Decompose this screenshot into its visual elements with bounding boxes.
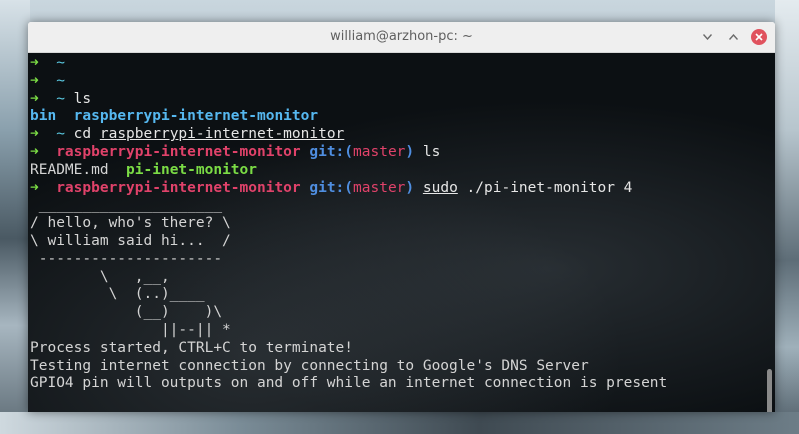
terminal-line: Testing internet connection by connectin… [30, 358, 667, 376]
close-icon [755, 33, 763, 41]
terminal-line: \ ,__, [30, 269, 667, 287]
close-button[interactable] [751, 29, 767, 45]
terminal-text-segment: bin [30, 108, 57, 125]
terminal-text-segment: \ william said hi... / [30, 232, 231, 249]
terminal-text-segment: ➜ [30, 179, 57, 196]
terminal-text-segment: ) [405, 179, 415, 196]
terminal-text-segment: ➜ [30, 143, 57, 160]
terminal-text-segment: master [353, 179, 406, 196]
terminal-text-segment: git:( [300, 143, 354, 160]
terminal-text-segment: Process started, CTRL+C to terminate! [30, 339, 354, 356]
terminal-text-segment: git:( [300, 179, 354, 196]
maximize-button[interactable] [725, 29, 741, 45]
desktop-wallpaper-bottom [0, 412, 799, 434]
terminal-line: --------------------- [30, 251, 667, 269]
terminal-text-segment: \ (..)____ [30, 286, 205, 303]
terminal-text-segment: ) [405, 143, 415, 160]
terminal-window: william@arzhon-pc: ~ ➜ ~ ➜ ~ ➜ ~ ls bin ras… [28, 22, 775, 412]
terminal-text-segment: cd [64, 126, 100, 143]
terminal-line: \ (..)____ [30, 286, 667, 304]
terminal-text-segment: ➜ [30, 72, 57, 89]
desktop-wallpaper-right [775, 0, 799, 434]
terminal-text-segment: ~ [56, 90, 65, 107]
terminal-text-segment: ~ [56, 55, 65, 71]
terminal-text-segment: raspberrypi-internet-monitor [56, 179, 301, 196]
terminal-text-segment: ls [64, 90, 92, 107]
terminal-text-segment: sudo [422, 179, 458, 196]
window-title: william@arzhon-pc: ~ [330, 29, 473, 44]
terminal-line: / hello, who's there? \ [30, 215, 667, 233]
terminal-text-segment: raspberrypi-internet-monitor [56, 143, 301, 160]
window-controls [699, 29, 767, 45]
terminal-line: README.md pi-inet-monitor [30, 162, 667, 180]
terminal-line: ➜ raspberrypi-internet-monitor git:(mast… [30, 180, 667, 198]
terminal-line: Process started, CTRL+C to terminate! [30, 340, 667, 358]
terminal-text-segment: ls [414, 143, 441, 160]
terminal-text-segment: raspberrypi-internet-monitor [99, 126, 345, 143]
terminal-text-segment: README.md [30, 161, 109, 178]
terminal-line: ➜ raspberrypi-internet-monitor git:(mast… [30, 144, 667, 162]
terminal-text-segment: ||--|| * [30, 321, 231, 338]
terminal-text-segment: ➜ [30, 55, 57, 71]
terminal-line: \ william said hi... / [30, 233, 667, 251]
terminal-line: (__) )\ [30, 304, 667, 322]
terminal-text-segment: GPIO4 pin will outputs on and off while … [30, 375, 668, 392]
terminal-line: bin raspberrypi-internet-monitor [30, 108, 667, 126]
terminal-lines: ➜ ~ ➜ ~ ➜ ~ ls bin raspberrypi-internet-mon… [30, 55, 667, 393]
minimize-button[interactable] [699, 29, 715, 45]
terminal-text-segment: --------------------- [30, 250, 223, 267]
terminal-text-segment: (__) )\ [30, 304, 223, 321]
desktop-wallpaper-left [0, 0, 30, 434]
window-titlebar[interactable]: william@arzhon-pc: ~ [28, 22, 775, 53]
terminal-text-segment: ➜ [30, 126, 57, 143]
terminal-text-segment: ➜ [30, 90, 57, 107]
terminal-line: ➜ ~ [30, 55, 667, 73]
terminal-text-segment: / hello, who's there? \ [30, 215, 231, 232]
terminal-line: GPIO4 pin will outputs on and off while … [30, 375, 667, 393]
terminal-line: ➜ ~ cd raspberrypi-internet-monitor [30, 126, 667, 144]
terminal-scrollbar[interactable] [767, 369, 772, 412]
terminal-text-segment: raspberrypi-internet-monitor [73, 108, 319, 125]
terminal-text-segment: ~ [56, 126, 65, 143]
terminal-text-segment: ./pi-inet-monitor 4 [457, 179, 633, 196]
terminal-text-segment: \ ,__, [30, 268, 170, 285]
terminal-output-area[interactable]: ➜ ~ ➜ ~ ➜ ~ ls bin raspberrypi-internet-mon… [28, 53, 775, 412]
terminal-text-segment: _____________________ [30, 197, 223, 214]
terminal-text-segment: master [353, 143, 406, 160]
chevron-up-icon [728, 34, 738, 40]
terminal-line: ➜ ~ [30, 73, 667, 91]
terminal-line: ➜ ~ ls [30, 91, 667, 109]
terminal-text-segment: Testing internet connection by connectin… [30, 357, 589, 374]
chevron-down-icon [702, 34, 712, 40]
terminal-text-segment: pi-inet-monitor [126, 161, 257, 178]
terminal-text-segment: ~ [56, 72, 65, 89]
terminal-line: _____________________ [30, 197, 667, 215]
terminal-line: ||--|| * [30, 322, 667, 340]
